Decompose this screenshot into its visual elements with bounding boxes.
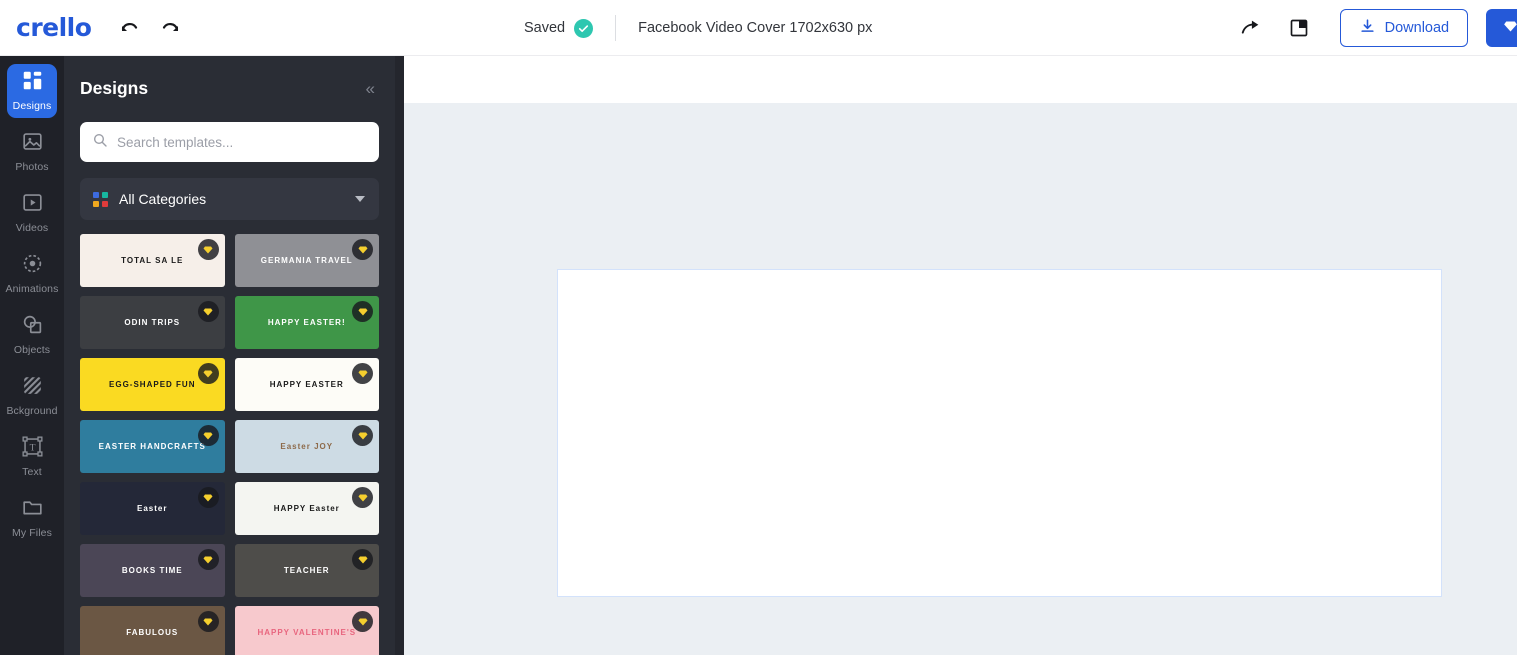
resize-button[interactable] [1286, 15, 1312, 41]
color-grid-icon [93, 191, 108, 207]
undo-arrow-icon [122, 22, 138, 31]
stage-top-strip [404, 56, 1517, 103]
chevron-double-left-icon[interactable]: « [366, 80, 376, 97]
sidebar-item-my-files[interactable]: My Files [0, 487, 64, 548]
grid-squares-icon [22, 70, 43, 96]
premium-diamond-icon [352, 487, 373, 508]
premium-diamond-icon [197, 301, 219, 322]
panel-header: Designs « [64, 56, 395, 120]
share-button[interactable] [1238, 15, 1264, 41]
animation-dot-icon [22, 253, 43, 279]
left-tool-rail: Designs Photos Videos Animations Objects… [0, 56, 64, 655]
template-thumbnail[interactable]: EGG-SHAPED FUN [80, 358, 225, 411]
diamond-gem-icon [1502, 18, 1517, 39]
premium-diamond-icon [352, 549, 373, 570]
premium-diamond-icon [352, 239, 373, 260]
template-thumbnail[interactable]: HAPPY VALENTINE'S [234, 606, 379, 655]
template-thumbnail[interactable]: TEACHER [234, 544, 379, 597]
search-icon [92, 132, 108, 153]
saved-status: Saved [524, 18, 594, 38]
sidebar-item-designs[interactable]: Designs [0, 60, 64, 121]
premium-diamond-icon [352, 363, 373, 384]
templates-scroll-area[interactable]: TOTAL SA LE GERMANIA TRAVEL ODIN TRIPS HAPP… [64, 234, 395, 655]
sidebar-label-designs: Designs [12, 99, 52, 112]
premium-diamond-icon [352, 425, 373, 446]
templates-grid: TOTAL SA LE GERMANIA TRAVEL ODIN TRIPS HAPP… [80, 234, 379, 655]
template-thumbnail[interactable]: TOTAL SA LE [80, 234, 225, 287]
premium-diamond-icon [197, 487, 219, 508]
image-photo-icon [22, 131, 43, 157]
share-arrow-icon [1241, 20, 1258, 34]
sidebar-item-text[interactable]: T Text [0, 426, 64, 487]
sidebar-item-videos[interactable]: Videos [0, 182, 64, 243]
toolbar-actions: Download T [1238, 0, 1517, 56]
template-thumbnail[interactable]: ODIN TRIPS [80, 296, 225, 349]
document-title[interactable]: Facebook Video Cover 1702x630 px [638, 20, 872, 36]
sidebar-item-objects[interactable]: Objects [0, 304, 64, 365]
template-thumbnail[interactable]: FABULOUS [80, 606, 225, 655]
category-dropdown[interactable]: All Categories [80, 178, 379, 220]
template-thumbnail[interactable]: HAPPY Easter [234, 482, 379, 535]
panel-edge-divider [395, 56, 404, 655]
video-play-icon [22, 192, 43, 218]
premium-diamond-icon [197, 549, 219, 570]
template-thumbnail[interactable]: EASTER HANDCRAFTS [80, 420, 225, 473]
sidebar-label-animations: Animations [5, 282, 59, 295]
template-thumbnail[interactable]: Easter JOY [234, 420, 379, 473]
download-button-label: Download [1384, 20, 1450, 36]
hatched-square-icon [22, 375, 43, 401]
history-buttons [116, 15, 184, 41]
template-thumbnail[interactable]: HAPPY EASTER! [234, 296, 379, 349]
sidebar-label-objects: Objects [13, 343, 51, 356]
category-selected-label: All Categories [119, 191, 207, 207]
premium-diamond-icon [197, 239, 219, 260]
premium-diamond-icon [352, 301, 373, 322]
sidebar-item-photos[interactable]: Photos [0, 121, 64, 182]
designs-panel: Designs « All Categories TOTAL SA LEGERM… [64, 56, 395, 655]
upgrade-pro-button[interactable]: T [1486, 9, 1517, 47]
chevron-down-icon [355, 196, 365, 202]
redo-arrow-icon [163, 22, 179, 31]
template-thumbnail[interactable]: Easter [80, 482, 225, 535]
canvas-stage[interactable] [404, 103, 1517, 655]
saved-label: Saved [524, 20, 566, 36]
design-canvas-page[interactable] [557, 269, 1442, 597]
document-status-zone: Saved Facebook Video Cover 1702x630 px [524, 0, 872, 56]
redo-button[interactable] [158, 15, 184, 41]
resize-icon [1290, 19, 1307, 37]
download-button[interactable]: Download [1339, 9, 1469, 47]
sidebar-item-background[interactable]: Bckground [0, 365, 64, 426]
sidebar-label-videos: Videos [15, 221, 49, 234]
sidebar-label-my-files: My Files [12, 526, 52, 539]
template-thumbnail[interactable]: BOOKS TIME [80, 544, 225, 597]
sidebar-item-animations[interactable]: Animations [0, 243, 64, 304]
svg-text:T: T [29, 442, 35, 453]
sidebar-label-photos: Photos [15, 160, 49, 173]
folder-icon [22, 497, 43, 523]
search-templates-box[interactable] [80, 122, 379, 162]
premium-diamond-icon [197, 611, 219, 632]
sidebar-label-text: Text [22, 465, 42, 478]
text-box-t-icon: T [21, 435, 43, 462]
toolbar-divider [615, 15, 617, 41]
undo-button[interactable] [116, 15, 142, 41]
search-input[interactable] [117, 134, 367, 150]
cloud-check-icon [574, 18, 594, 38]
crello-editor-app: crello Saved Facebook Video Cover 1702x6… [0, 0, 1517, 655]
template-thumbnail[interactable]: GERMANIA TRAVEL [234, 234, 379, 287]
download-tray-icon [1359, 18, 1376, 39]
premium-diamond-icon [352, 611, 373, 632]
panel-title: Designs [80, 77, 149, 98]
sidebar-label-background: Bckground [6, 404, 58, 417]
premium-diamond-icon [197, 363, 219, 384]
template-thumbnail[interactable]: HAPPY EASTER [234, 358, 379, 411]
premium-diamond-icon [197, 425, 219, 446]
crello-logo[interactable]: crello [16, 15, 92, 40]
shapes-objects-icon [22, 314, 43, 340]
top-toolbar: crello Saved Facebook Video Cover 1702x6… [0, 0, 1517, 56]
